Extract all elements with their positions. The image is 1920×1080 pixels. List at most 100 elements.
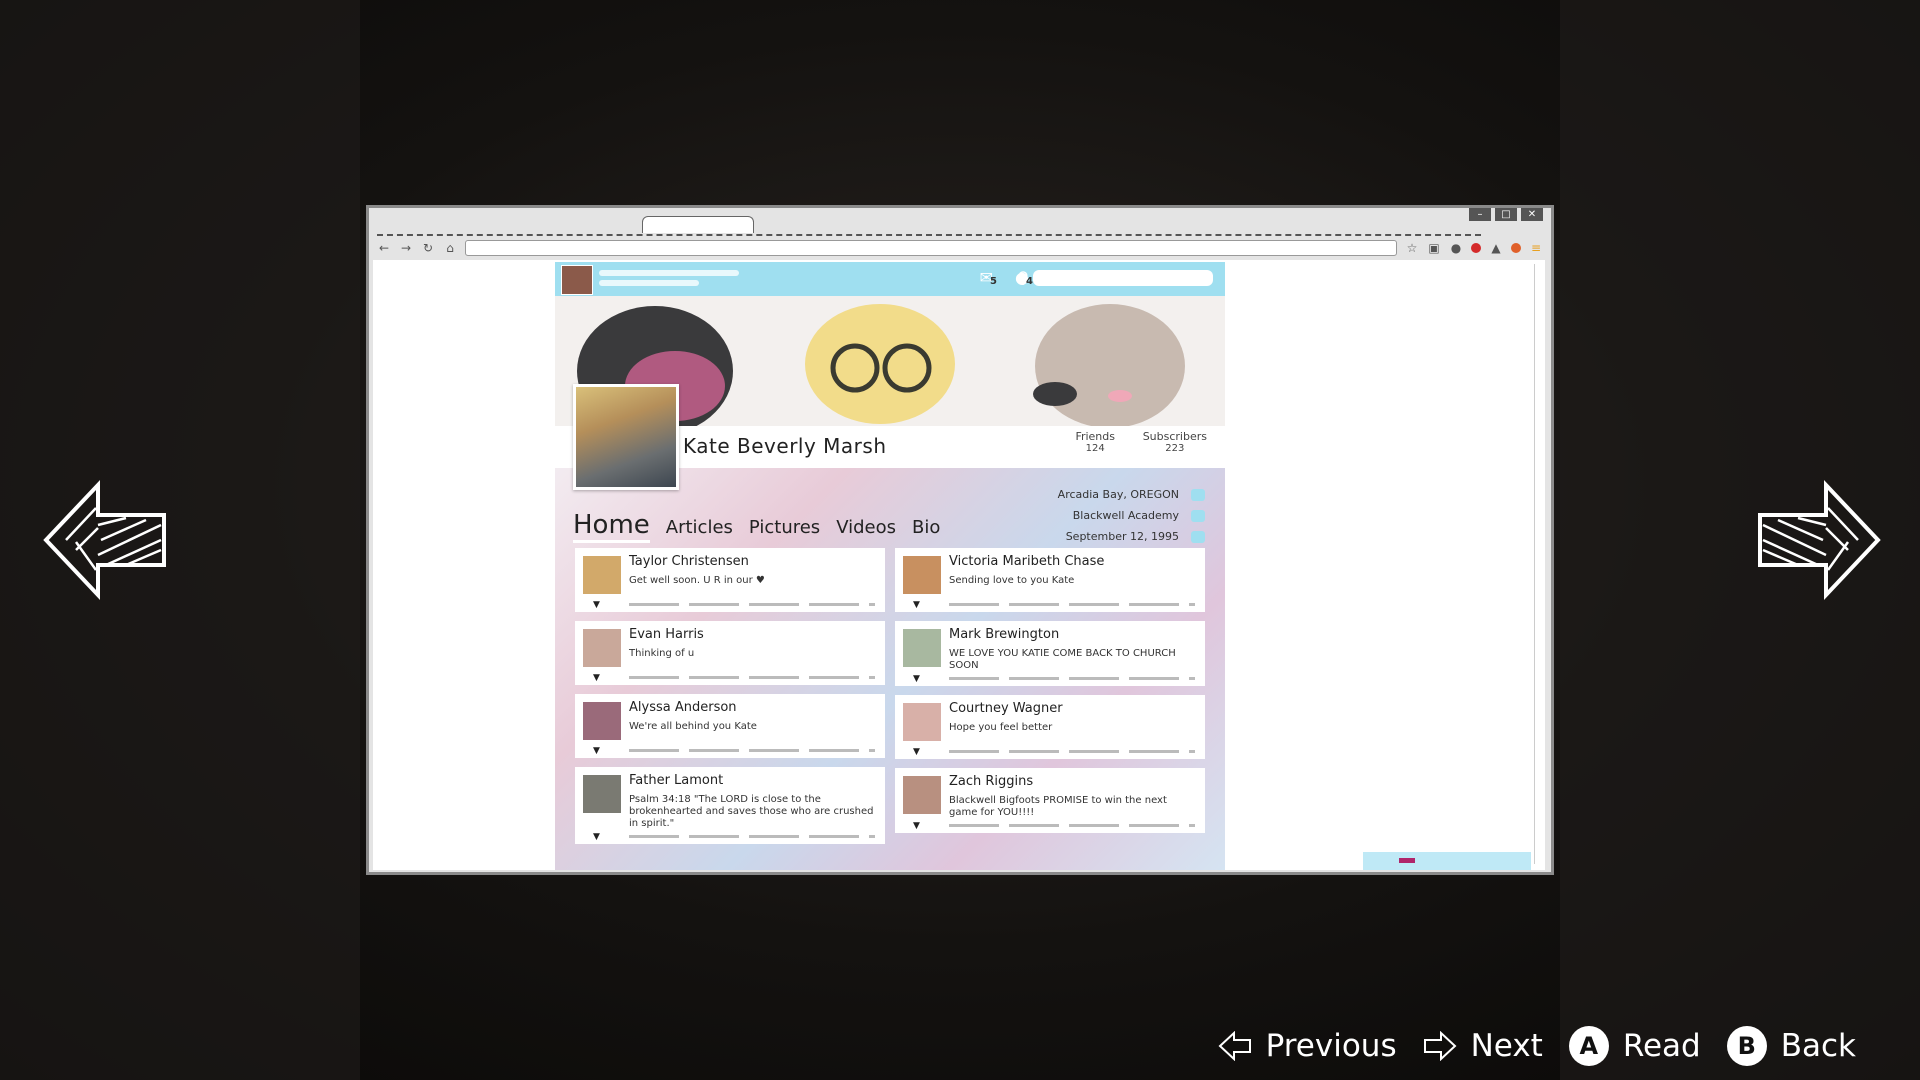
- search-icon[interactable]: ⚲: [1017, 268, 1029, 287]
- back-hint[interactable]: Back: [1781, 1028, 1856, 1064]
- browser-window: – □ ✕ ← → ↻ ⌂ ☆ ▣ ● ▲ ≡ ✉ 5 ● 4 ⚲ Kate B…: [366, 205, 1554, 875]
- post-avatar[interactable]: [583, 775, 621, 813]
- maximize-button[interactable]: □: [1495, 208, 1517, 221]
- window-controls: – □ ✕: [1469, 208, 1543, 221]
- post-avatar[interactable]: [583, 629, 621, 667]
- post-author[interactable]: Zach Riggins: [949, 774, 1197, 789]
- post-avatar[interactable]: [903, 556, 941, 594]
- calendar-icon: [1191, 531, 1205, 543]
- post-card[interactable]: Taylor Christensen Get well soon. U R in …: [575, 548, 885, 612]
- next-hint-arrow-icon: [1423, 1029, 1457, 1063]
- post-card[interactable]: Victoria Maribeth Chase Sending love to y…: [895, 548, 1205, 612]
- friends-stat[interactable]: Friends 124: [1075, 430, 1115, 454]
- tab-home[interactable]: Home: [573, 510, 650, 543]
- posts-column-right: Victoria Maribeth Chase Sending love to y…: [895, 548, 1205, 842]
- posts-column-left: Taylor Christensen Get well soon. U R in …: [575, 548, 885, 853]
- post-author[interactable]: Victoria Maribeth Chase: [949, 554, 1197, 569]
- user-avatar[interactable]: [561, 265, 593, 295]
- close-button[interactable]: ✕: [1521, 208, 1543, 221]
- back-icon[interactable]: ←: [377, 241, 391, 255]
- chat-indicator: [1399, 858, 1415, 863]
- next-hint[interactable]: Next: [1471, 1028, 1543, 1064]
- tab-articles[interactable]: Articles: [666, 517, 733, 538]
- post-caret-icon[interactable]: ▼: [593, 600, 600, 610]
- social-profile-page: ✉ 5 ● 4 ⚲ Kate Beverly Marsh Friends 124…: [555, 262, 1225, 870]
- subscribers-stat[interactable]: Subscribers 223: [1143, 430, 1207, 454]
- post-author[interactable]: Taylor Christensen: [629, 554, 877, 569]
- post-text: Thinking of u: [629, 648, 695, 659]
- forward-icon[interactable]: →: [399, 241, 413, 255]
- post-card[interactable]: Zach Riggins Blackwell Bigfoots PROMISE t…: [895, 768, 1205, 833]
- previous-arrow-icon[interactable]: [36, 470, 176, 610]
- post-author[interactable]: Alyssa Anderson: [629, 700, 877, 715]
- previous-hint[interactable]: Previous: [1266, 1028, 1397, 1064]
- browser-tab[interactable]: [642, 216, 754, 233]
- browser-viewport: ✉ 5 ● 4 ⚲ Kate Beverly Marsh Friends 124…: [373, 260, 1545, 870]
- location-pin-icon: [1191, 489, 1205, 501]
- post-text: Get well soon. U R in our ♥: [629, 575, 765, 586]
- post-avatar[interactable]: [903, 703, 941, 741]
- post-avatar[interactable]: [583, 702, 621, 740]
- record-icon[interactable]: [1471, 243, 1481, 253]
- post-avatar[interactable]: [903, 776, 941, 814]
- subscribers-label: Subscribers: [1142, 430, 1207, 443]
- post-avatar[interactable]: [583, 556, 621, 594]
- vertical-scrollbar[interactable]: [1534, 264, 1543, 864]
- b-button-icon: B: [1726, 1026, 1767, 1066]
- profile-tabs: Home Articles Pictures Videos Bio: [573, 510, 940, 543]
- tab-videos[interactable]: Videos: [836, 517, 896, 538]
- post-author[interactable]: Father Lamont: [629, 773, 877, 788]
- next-arrow-icon[interactable]: [1748, 470, 1888, 610]
- menu-icon[interactable]: ≡: [1529, 241, 1543, 255]
- mail-badge: 5: [990, 276, 997, 287]
- post-author[interactable]: Evan Harris: [629, 627, 877, 642]
- control-hints: Previous Next A Read B Back: [1218, 1026, 1868, 1066]
- chat-tab[interactable]: [1363, 852, 1531, 870]
- profile-info: Arcadia Bay, OREGON Blackwell Academy Se…: [1058, 484, 1179, 547]
- extension-icon[interactable]: ▣: [1427, 241, 1441, 255]
- site-topbar: ✉ 5 ● 4 ⚲: [555, 262, 1225, 296]
- friends-count: 124: [1085, 443, 1105, 454]
- tab-bio[interactable]: Bio: [912, 517, 940, 538]
- post-card[interactable]: Alyssa Anderson We're all behind you Kate…: [575, 694, 885, 758]
- bookmark-star-icon[interactable]: ☆: [1405, 241, 1419, 255]
- profile-photo[interactable]: [573, 384, 679, 490]
- post-caret-icon[interactable]: ▼: [913, 600, 920, 610]
- notification-icon[interactable]: [1511, 243, 1521, 253]
- post-text: WE LOVE YOU KATIE COME BACK TO CHURCH SO…: [949, 648, 1176, 671]
- post-caret-icon[interactable]: ▼: [913, 674, 920, 684]
- post-card[interactable]: Mark Brewington WE LOVE YOU KATIE COME BA…: [895, 621, 1205, 686]
- home-icon[interactable]: ⌂: [443, 241, 457, 255]
- post-avatar[interactable]: [903, 629, 941, 667]
- post-author[interactable]: Mark Brewington: [949, 627, 1197, 642]
- site-search-input[interactable]: [1033, 270, 1213, 286]
- post-caret-icon[interactable]: ▼: [913, 821, 920, 831]
- post-text: Sending love to you Kate: [949, 575, 1075, 586]
- post-footer-scribble: [629, 835, 875, 838]
- reload-icon[interactable]: ↻: [421, 241, 435, 255]
- info-school: Blackwell Academy: [1072, 509, 1179, 522]
- post-footer-scribble: [949, 677, 1195, 680]
- read-hint[interactable]: Read: [1623, 1028, 1701, 1064]
- post-caret-icon[interactable]: ▼: [913, 747, 920, 757]
- browser-toolbar: ← → ↻ ⌂ ☆ ▣ ● ▲ ≡: [369, 236, 1551, 260]
- minimize-button[interactable]: –: [1469, 208, 1491, 221]
- extension-icon[interactable]: ▲: [1489, 241, 1503, 255]
- post-caret-icon[interactable]: ▼: [593, 832, 600, 842]
- post-footer-scribble: [629, 603, 875, 606]
- post-caret-icon[interactable]: ▼: [593, 746, 600, 756]
- post-footer-scribble: [629, 676, 875, 679]
- post-text: Hope you feel better: [949, 722, 1053, 733]
- post-footer-scribble: [949, 750, 1195, 753]
- address-bar[interactable]: [465, 240, 1397, 256]
- tab-pictures[interactable]: Pictures: [749, 517, 820, 538]
- school-icon: [1191, 510, 1205, 522]
- post-card[interactable]: Courtney Wagner Hope you feel better ▼: [895, 695, 1205, 759]
- name-band: Kate Beverly Marsh Friends 124 Subscribe…: [555, 384, 1225, 490]
- post-card[interactable]: Evan Harris Thinking of u ▼: [575, 621, 885, 685]
- post-caret-icon[interactable]: ▼: [593, 673, 600, 683]
- topbar-scribble: [599, 270, 739, 276]
- post-card[interactable]: Father Lamont Psalm 34:18 "The LORD is cl…: [575, 767, 885, 844]
- extension-icon[interactable]: ●: [1449, 241, 1463, 255]
- post-author[interactable]: Courtney Wagner: [949, 701, 1197, 716]
